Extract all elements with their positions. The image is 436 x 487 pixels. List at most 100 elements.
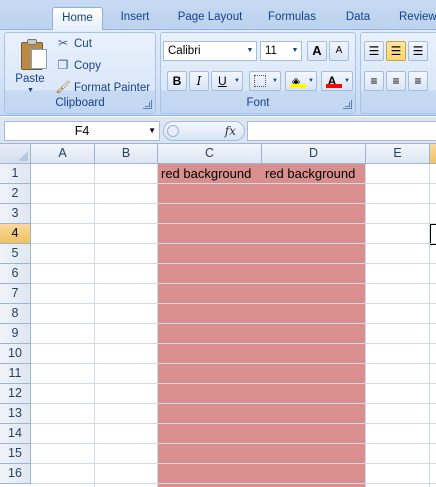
tab-formulas[interactable]: Formulas	[260, 7, 324, 30]
row-gridline	[31, 203, 436, 204]
row-header-8[interactable]: 8	[0, 304, 31, 324]
font-color-button[interactable]: A ▼	[321, 71, 353, 91]
font-name-value: Calibri	[168, 45, 201, 57]
row-header-2[interactable]: 2	[0, 184, 31, 204]
align-middle-button[interactable]: ☰	[386, 41, 406, 61]
font-dialog-launcher-icon[interactable]	[343, 100, 352, 109]
cut-label: Cut	[74, 38, 92, 50]
chevron-down-icon: ▼	[291, 47, 299, 54]
chevron-down-icon: ▼	[246, 47, 254, 54]
row-header-10[interactable]: 10	[0, 344, 31, 364]
underline-button[interactable]: U ▼	[211, 71, 243, 91]
row-gridline	[31, 323, 436, 324]
alignment-group: ☰ ☰ ☰ ≡ ≡ ≡	[360, 32, 436, 114]
chevron-down-icon: ▼	[27, 87, 34, 94]
column-header-b[interactable]: B	[95, 144, 158, 164]
column-header-d[interactable]: D	[262, 144, 366, 164]
italic-icon: I	[196, 74, 202, 88]
row-header-4[interactable]: 4	[0, 224, 31, 244]
align-left-button[interactable]: ≡	[364, 71, 384, 91]
row-header-16[interactable]: 16	[0, 464, 31, 484]
select-all-button[interactable]	[0, 144, 31, 164]
chevron-down-icon: ▼	[148, 126, 156, 135]
red-fill-range	[158, 164, 366, 487]
fill-color-swatch	[290, 84, 306, 88]
font-name-combo[interactable]: Calibri ▼	[163, 41, 257, 61]
formula-input[interactable]	[247, 121, 436, 141]
font-group: Calibri ▼ 11 ▼ A A B I U ▼ ▼ ◈ ▼ A ▼ Fon…	[160, 32, 356, 114]
row-gridline	[31, 423, 436, 424]
borders-icon	[254, 75, 266, 87]
row-gridline	[31, 183, 436, 184]
row-header-6[interactable]: 6	[0, 264, 31, 284]
name-box-value: F4	[74, 124, 90, 138]
align-right-button[interactable]: ≡	[408, 71, 428, 91]
clipboard-group-label: Clipboard	[55, 97, 105, 109]
paintbrush-icon: 🖌	[55, 79, 71, 94]
grow-font-button[interactable]: A	[307, 41, 327, 61]
row-header-13[interactable]: 13	[0, 404, 31, 424]
copy-label: Copy	[74, 60, 101, 72]
italic-button[interactable]: I	[189, 71, 209, 91]
scissors-icon: ✂	[57, 35, 69, 50]
row-header-15[interactable]: 15	[0, 444, 31, 464]
row-gridline	[31, 463, 436, 464]
clipboard-dialog-launcher-icon[interactable]	[143, 100, 152, 109]
row-gridline	[31, 223, 436, 224]
column-header-f[interactable]	[430, 144, 436, 164]
font-size-combo[interactable]: 11 ▼	[260, 41, 302, 61]
row-header-12[interactable]: 12	[0, 384, 31, 404]
column-header-e[interactable]: E	[366, 144, 430, 164]
bold-button[interactable]: B	[167, 71, 187, 91]
row-gridline	[31, 303, 436, 304]
copy-button[interactable]: ❐ Copy	[55, 56, 101, 76]
font-color-swatch	[326, 84, 342, 88]
tab-review[interactable]: Review	[390, 7, 436, 30]
row-gridline	[31, 443, 436, 444]
row-gridline	[31, 483, 436, 484]
insert-function-icon[interactable]: fx	[225, 122, 236, 140]
worksheet-grid: A B C D E 1 2 3 4 5 6 7 8 9 10 11 12 13 14 15 16 red ba…	[0, 144, 436, 487]
cut-button[interactable]: ✂ Cut	[55, 34, 92, 54]
cell-d1[interactable]: red background	[262, 164, 355, 184]
row-header-5[interactable]: 5	[0, 244, 31, 264]
align-center-button[interactable]: ≡	[386, 71, 406, 91]
expand-formula-bar-icon[interactable]	[167, 125, 179, 137]
row-gridline	[31, 243, 436, 244]
row-header-14[interactable]: 14	[0, 424, 31, 444]
align-right-icon: ≡	[414, 74, 422, 88]
column-header-a[interactable]: A	[31, 144, 95, 164]
borders-button[interactable]: ▼	[249, 71, 281, 91]
font-size-value: 11	[265, 45, 277, 57]
row-gridline	[31, 383, 436, 384]
underline-icon: U	[218, 74, 227, 88]
grow-font-icon: A	[312, 43, 322, 58]
bold-icon: B	[172, 74, 182, 88]
shrink-font-button[interactable]: A	[329, 41, 349, 61]
row-gridline	[31, 403, 436, 404]
paste-icon	[19, 39, 49, 71]
font-group-label: Font	[246, 97, 270, 109]
row-header-9[interactable]: 9	[0, 324, 31, 344]
row-header-11[interactable]: 11	[0, 364, 31, 384]
align-bottom-button[interactable]: ☰	[408, 41, 428, 61]
align-middle-icon: ☰	[390, 44, 402, 58]
active-cell-f4[interactable]	[429, 223, 436, 245]
fill-color-button[interactable]: ◈ ▼	[285, 71, 317, 91]
cell-c1[interactable]: red background	[158, 164, 251, 184]
row-gridline	[31, 263, 436, 264]
tab-insert[interactable]: Insert	[110, 7, 160, 30]
copy-icon: ❐	[57, 57, 69, 72]
align-top-button[interactable]: ☰	[364, 41, 384, 61]
row-header-7[interactable]: 7	[0, 284, 31, 304]
formula-bar-controls: fx	[163, 121, 245, 141]
tab-data[interactable]: Data	[336, 7, 380, 30]
paste-label: Paste	[15, 73, 45, 85]
tab-page-layout[interactable]: Page Layout	[170, 7, 250, 30]
name-box[interactable]: F4 ▼	[4, 121, 160, 141]
align-top-icon: ☰	[368, 44, 380, 58]
column-header-c[interactable]: C	[158, 144, 262, 164]
row-header-1[interactable]: 1	[0, 164, 31, 184]
tab-home[interactable]: Home	[52, 7, 103, 31]
row-header-3[interactable]: 3	[0, 204, 31, 224]
